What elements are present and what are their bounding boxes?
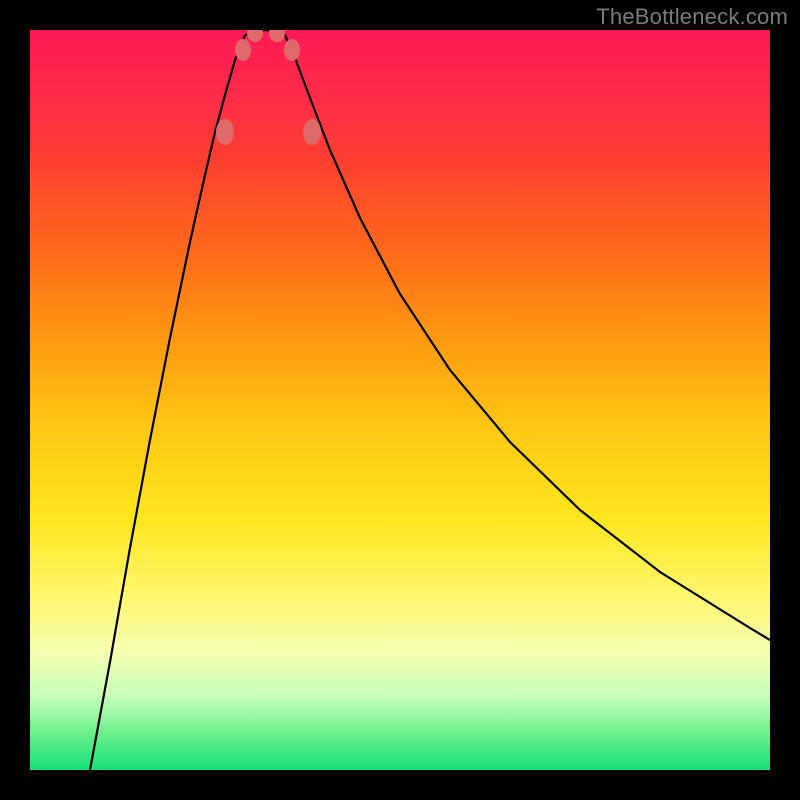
curve-svg — [30, 30, 770, 770]
marker-dot-1 — [235, 39, 251, 61]
curve-left-branch — [90, 35, 245, 770]
marker-dot-2 — [247, 30, 263, 42]
plot-area — [30, 30, 770, 770]
marker-dot-0 — [216, 119, 234, 145]
marker-dot-4 — [284, 39, 300, 61]
watermark-text: TheBottleneck.com — [596, 4, 788, 30]
marker-dot-5 — [303, 119, 321, 145]
chart-stage: TheBottleneck.com — [0, 0, 800, 800]
curve-right-branch — [285, 35, 770, 640]
marker-dot-3 — [269, 30, 285, 42]
